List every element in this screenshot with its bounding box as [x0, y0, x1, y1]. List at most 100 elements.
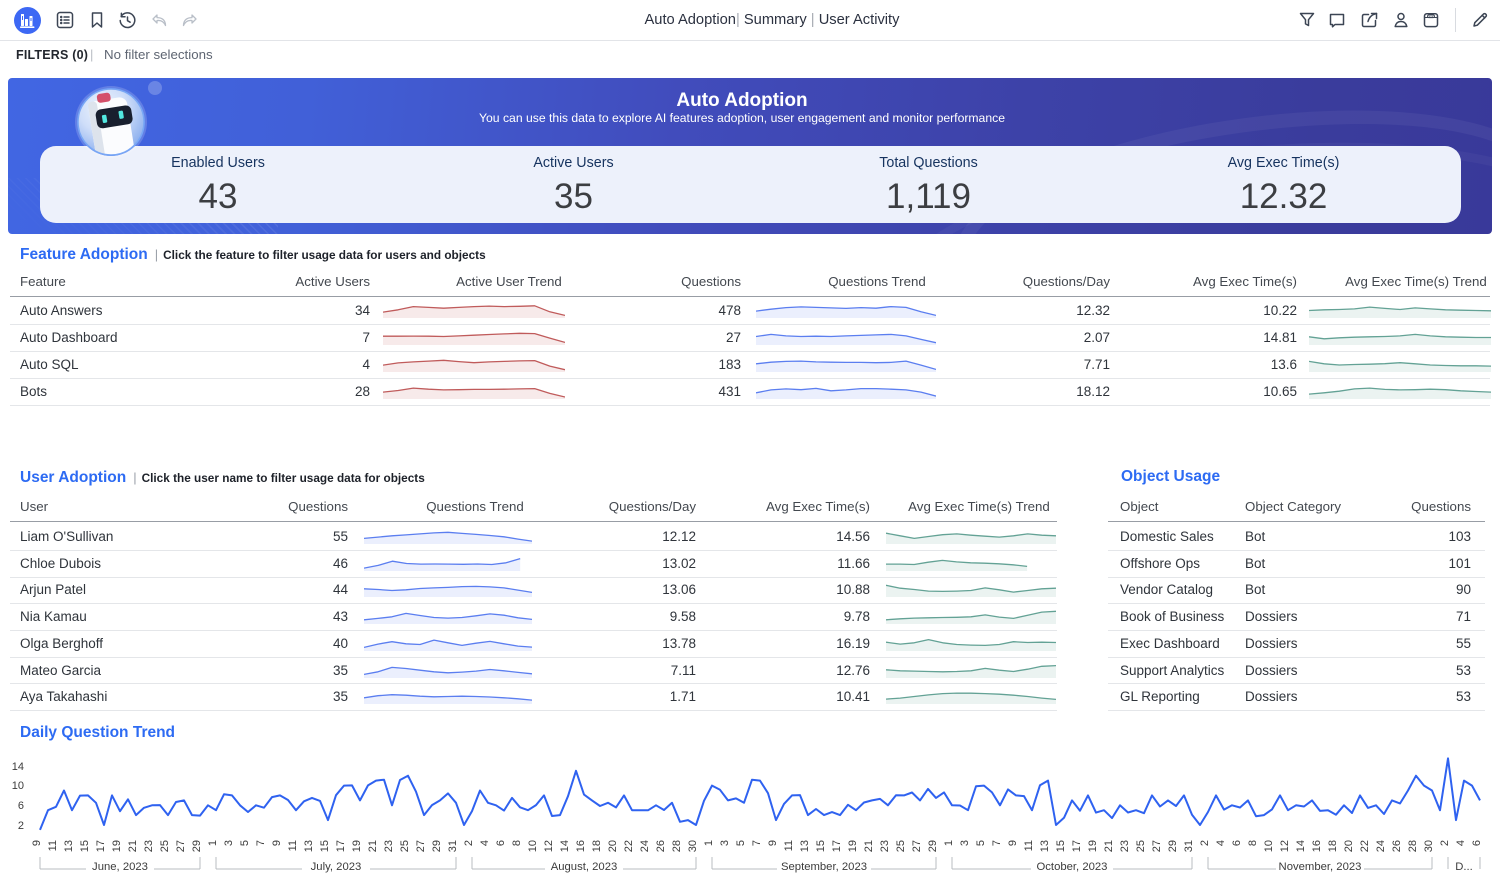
- svg-text:21: 21: [127, 840, 139, 852]
- svg-text:August, 2023: August, 2023: [551, 861, 618, 873]
- svg-text:June, 2023: June, 2023: [92, 861, 148, 873]
- svg-text:22: 22: [623, 840, 635, 852]
- svg-text:10: 10: [12, 780, 24, 792]
- svg-text:6: 6: [1231, 840, 1243, 846]
- svg-text:10: 10: [1263, 840, 1275, 852]
- svg-text:9: 9: [271, 840, 283, 846]
- svg-text:9: 9: [31, 840, 43, 846]
- svg-text:October, 2023: October, 2023: [1037, 861, 1108, 873]
- svg-text:21: 21: [367, 840, 379, 852]
- svg-text:29: 29: [1167, 840, 1179, 852]
- svg-text:27: 27: [415, 840, 427, 852]
- svg-text:16: 16: [575, 840, 587, 852]
- svg-text:1: 1: [207, 840, 219, 846]
- svg-text:1: 1: [943, 840, 955, 846]
- svg-text:17: 17: [95, 840, 107, 852]
- svg-text:2: 2: [1439, 840, 1451, 846]
- svg-text:13: 13: [799, 840, 811, 852]
- svg-text:21: 21: [863, 840, 875, 852]
- svg-text:18: 18: [1327, 840, 1339, 852]
- svg-text:September, 2023: September, 2023: [781, 861, 867, 873]
- svg-text:5: 5: [735, 840, 747, 846]
- svg-text:19: 19: [1087, 840, 1099, 852]
- svg-text:8: 8: [1247, 840, 1259, 846]
- svg-text:26: 26: [655, 840, 667, 852]
- svg-text:1: 1: [703, 840, 715, 846]
- svg-text:24: 24: [1375, 840, 1387, 852]
- svg-text:2: 2: [1199, 840, 1211, 846]
- svg-text:13: 13: [63, 840, 75, 852]
- svg-text:12: 12: [543, 840, 555, 852]
- svg-text:7: 7: [751, 840, 763, 846]
- svg-text:23: 23: [383, 840, 395, 852]
- svg-text:23: 23: [879, 840, 891, 852]
- svg-text:15: 15: [79, 840, 91, 852]
- svg-text:18: 18: [591, 840, 603, 852]
- svg-text:29: 29: [191, 840, 203, 852]
- svg-text:11: 11: [1023, 840, 1035, 851]
- svg-text:17: 17: [831, 840, 843, 852]
- svg-text:2: 2: [18, 820, 24, 832]
- svg-text:14: 14: [12, 761, 24, 773]
- svg-text:27: 27: [1151, 840, 1163, 852]
- svg-text:4: 4: [479, 840, 491, 846]
- svg-text:6: 6: [1471, 840, 1483, 846]
- svg-text:11: 11: [287, 840, 299, 851]
- svg-text:19: 19: [351, 840, 363, 852]
- svg-text:7: 7: [991, 840, 1003, 846]
- svg-text:7: 7: [255, 840, 267, 846]
- svg-text:25: 25: [159, 840, 171, 852]
- svg-text:24: 24: [639, 840, 651, 852]
- svg-text:27: 27: [175, 840, 187, 852]
- svg-text:July, 2023: July, 2023: [311, 861, 362, 873]
- svg-text:3: 3: [719, 840, 731, 846]
- svg-text:4: 4: [1455, 840, 1467, 846]
- svg-text:9: 9: [1007, 840, 1019, 846]
- svg-text:3: 3: [959, 840, 971, 846]
- svg-text:15: 15: [319, 840, 331, 852]
- svg-text:15: 15: [815, 840, 827, 852]
- svg-text:8: 8: [511, 840, 523, 846]
- svg-text:16: 16: [1311, 840, 1323, 852]
- svg-text:11: 11: [783, 840, 795, 851]
- svg-text:13: 13: [303, 840, 315, 852]
- svg-text:12: 12: [1279, 840, 1291, 852]
- svg-text:9: 9: [767, 840, 779, 846]
- svg-text:21: 21: [1103, 840, 1115, 852]
- svg-text:31: 31: [447, 840, 459, 852]
- svg-text:13: 13: [1039, 840, 1051, 852]
- svg-text:30: 30: [687, 840, 699, 852]
- svg-text:6: 6: [495, 840, 507, 846]
- svg-text:14: 14: [559, 840, 571, 852]
- svg-text:23: 23: [143, 840, 155, 852]
- svg-text:29: 29: [927, 840, 939, 852]
- svg-text:6: 6: [18, 800, 24, 812]
- svg-text:20: 20: [607, 840, 619, 852]
- svg-text:25: 25: [895, 840, 907, 852]
- svg-text:17: 17: [335, 840, 347, 852]
- svg-text:17: 17: [1071, 840, 1083, 852]
- svg-text:28: 28: [671, 840, 683, 852]
- svg-text:19: 19: [111, 840, 123, 852]
- svg-text:19: 19: [847, 840, 859, 852]
- svg-text:14: 14: [1295, 840, 1307, 852]
- svg-text:2: 2: [463, 840, 475, 846]
- svg-text:22: 22: [1359, 840, 1371, 852]
- svg-text:11: 11: [47, 840, 59, 851]
- svg-text:20: 20: [1343, 840, 1355, 852]
- svg-text:27: 27: [911, 840, 923, 852]
- svg-text:3: 3: [223, 840, 235, 846]
- svg-text:26: 26: [1391, 840, 1403, 852]
- svg-text:23: 23: [1119, 840, 1131, 852]
- svg-text:29: 29: [431, 840, 443, 852]
- svg-text:November, 2023: November, 2023: [1279, 861, 1362, 873]
- svg-text:5: 5: [239, 840, 251, 846]
- svg-text:4: 4: [1215, 840, 1227, 846]
- svg-text:15: 15: [1055, 840, 1067, 852]
- svg-text:10: 10: [527, 840, 539, 852]
- svg-text:D...: D...: [1455, 861, 1473, 873]
- svg-text:25: 25: [399, 840, 411, 852]
- svg-text:31: 31: [1183, 840, 1195, 852]
- svg-text:28: 28: [1407, 840, 1419, 852]
- svg-text:25: 25: [1135, 840, 1147, 852]
